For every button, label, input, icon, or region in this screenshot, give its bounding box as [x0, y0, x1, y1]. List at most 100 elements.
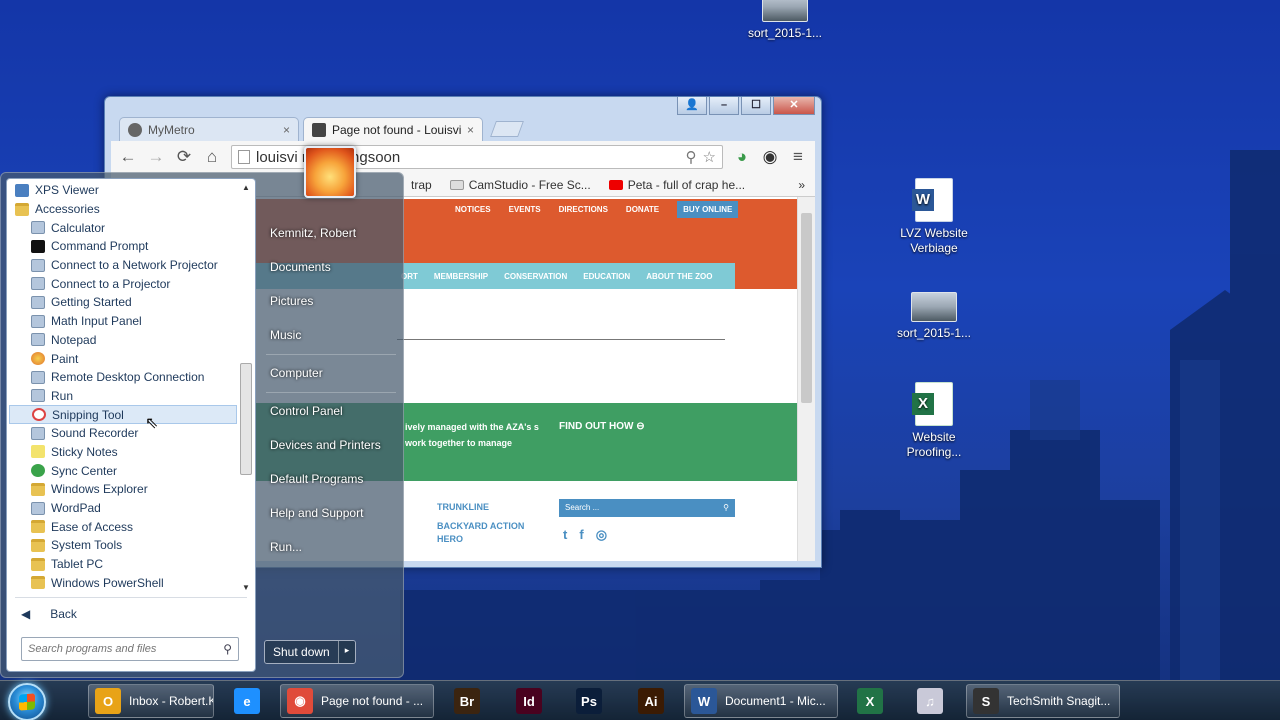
program-item-connect-to-a-network-projector[interactable]: Connect to a Network Projector [9, 256, 237, 275]
program-item-windows-explorer[interactable]: Windows Explorer [9, 480, 237, 499]
program-item-sync-center[interactable]: Sync Center [9, 461, 237, 480]
start-right-pictures[interactable]: Pictures [262, 290, 398, 312]
start-search-box[interactable]: ⚲ [21, 637, 239, 661]
tab-close-icon[interactable]: × [467, 123, 474, 137]
subnav-membership[interactable]: MEMBERSHIP [434, 272, 488, 281]
start-right-default-programs[interactable]: Default Programs [262, 468, 398, 490]
bookmarks-overflow-icon[interactable]: » [798, 178, 805, 192]
desktop-icon-video-1[interactable]: sort_2015-1... [740, 0, 830, 41]
new-tab-button[interactable] [490, 121, 524, 137]
program-item-sticky-notes[interactable]: Sticky Notes [9, 443, 237, 462]
nav-buy-online[interactable]: BUY ONLINE [677, 201, 739, 218]
maximize-button[interactable]: ☐ [741, 97, 771, 115]
subnav-conservation[interactable]: CONSERVATION [504, 272, 567, 281]
start-right-devices-and-printers[interactable]: Devices and Printers [262, 434, 398, 456]
start-right-music[interactable]: Music [262, 324, 398, 346]
scrollbar-thumb[interactable] [801, 213, 812, 403]
program-item-run[interactable]: Run [9, 387, 237, 406]
start-right-control-panel[interactable]: Control Panel [262, 400, 398, 422]
desktop-icon-video-2[interactable]: sort_2015-1... [889, 292, 979, 341]
minimize-button[interactable]: – [709, 97, 739, 115]
program-item-paint[interactable]: Paint [9, 349, 237, 368]
user-icon[interactable]: 👤 [677, 97, 707, 115]
program-item-xps-viewer[interactable]: XPS Viewer [9, 181, 237, 200]
taskbar-indesign-button[interactable]: Id [510, 684, 548, 718]
start-search-input[interactable] [28, 643, 220, 655]
extension-icon[interactable]: ◕ [733, 147, 751, 167]
start-right-computer[interactable]: Computer [262, 362, 398, 384]
tab-mymetro[interactable]: MyMetro × [119, 117, 299, 141]
extension-2-icon[interactable]: ◉ [761, 147, 779, 167]
taskbar-excel-button[interactable]: X [848, 684, 892, 718]
program-item-calculator[interactable]: Calculator [9, 218, 237, 237]
taskbar-illustrator-button[interactable]: Ai [632, 684, 670, 718]
program-item-system-tools[interactable]: System Tools [9, 536, 237, 555]
shutdown-options-icon[interactable]: ▸ [337, 641, 356, 663]
subnav-education[interactable]: EDUCATION [583, 272, 630, 281]
reload-icon[interactable]: ⟳ [175, 147, 193, 167]
close-button[interactable]: ✕ [773, 97, 815, 115]
bookmark-camstudio[interactable]: CamStudio - Free Sc... [449, 178, 591, 192]
taskbar-chrome-button[interactable]: ◉ Page not found - ... [280, 684, 434, 718]
back-button[interactable]: ◀ Back [21, 607, 77, 621]
program-item-sound-recorder[interactable]: Sound Recorder [9, 424, 237, 443]
back-icon[interactable]: ← [119, 147, 137, 167]
subnav-about[interactable]: ABOUT THE ZOO [646, 272, 712, 281]
scrollbar-thumb[interactable] [240, 363, 252, 475]
start-right-help-and-support[interactable]: Help and Support [262, 502, 398, 524]
program-item-remote-desktop-connection[interactable]: Remote Desktop Connection [9, 368, 237, 387]
taskbar-photoshop-button[interactable]: Ps [570, 684, 608, 718]
zoom-icon[interactable]: ⚲ [686, 148, 697, 166]
footer-link-backyard[interactable]: BACKYARD ACTION HERO [437, 520, 533, 546]
program-item-getting-started[interactable]: Getting Started [9, 293, 237, 312]
program-item-notepad[interactable]: Notepad [9, 331, 237, 350]
star-icon[interactable]: ☆ [703, 148, 716, 166]
scroll-down-icon[interactable]: ▼ [239, 583, 253, 595]
bookmark-trap[interactable]: trap [411, 178, 432, 192]
program-item-ease-of-access[interactable]: Ease of Access [9, 517, 237, 536]
facebook-icon[interactable]: f [579, 527, 583, 543]
start-right-run[interactable]: Run... [262, 536, 398, 558]
taskbar-bridge-button[interactable]: Br [448, 684, 486, 718]
program-label: System Tools [51, 538, 123, 553]
program-item-accessories[interactable]: Accessories [9, 200, 237, 219]
bookmark-peta[interactable]: Peta - full of crap he... [608, 178, 745, 192]
scroll-up-icon[interactable]: ▲ [239, 183, 253, 195]
desktop-icon-website-proofing[interactable]: Website Proofing... [889, 382, 979, 460]
taskbar-word-button[interactable]: W Document1 - Mic... [684, 684, 838, 718]
footer-link-trunkline[interactable]: TRUNKLINE [437, 501, 533, 514]
taskbar-internet-explorer-button[interactable]: e [228, 684, 266, 718]
nav-donate[interactable]: DONATE [626, 205, 659, 218]
search-icon[interactable]: ⚲ [723, 503, 729, 512]
shutdown-button[interactable]: Shut down [265, 641, 338, 663]
find-out-how-link[interactable]: FIND OUT HOW ⊖ [559, 421, 645, 432]
page-scrollbar[interactable] [797, 197, 815, 561]
home-icon[interactable]: ⌂ [203, 147, 221, 167]
program-item-wordpad[interactable]: WordPad [9, 499, 237, 518]
taskbar-outlook-button[interactable]: O Inbox - Robert.Ke... [88, 684, 214, 718]
nav-notices[interactable]: NOTICES [455, 205, 491, 218]
start-button[interactable] [8, 683, 46, 720]
instagram-icon[interactable]: ◎ [596, 527, 607, 543]
program-item-snipping-tool[interactable]: Snipping Tool [9, 405, 237, 424]
tab-close-icon[interactable]: × [283, 123, 290, 137]
program-label: Accessories [35, 202, 100, 217]
tab-page-not-found[interactable]: Page not found - Louisvill × [303, 117, 483, 141]
nav-events[interactable]: EVENTS [509, 205, 541, 218]
programs-scrollbar[interactable]: ▲ ▼ [239, 183, 253, 595]
site-search-input[interactable]: Search ... ⚲ [559, 499, 735, 517]
nav-directions[interactable]: DIRECTIONS [559, 205, 608, 218]
program-item-command-prompt[interactable]: Command Prompt [9, 237, 237, 256]
program-item-windows-powershell[interactable]: Windows PowerShell [9, 573, 237, 592]
desktop-icon-lvz-website-verbiage[interactable]: LVZ Website Verbiage [889, 178, 979, 256]
program-item-connect-to-a-projector[interactable]: Connect to a Projector [9, 274, 237, 293]
program-item-math-input-panel[interactable]: Math Input Panel [9, 312, 237, 331]
taskbar-itunes-button[interactable]: ♫ [908, 684, 952, 718]
program-item-tablet-pc[interactable]: Tablet PC [9, 555, 237, 574]
twitter-icon[interactable]: t [563, 527, 567, 543]
forward-icon[interactable]: → [147, 147, 165, 167]
menu-icon[interactable]: ≡ [789, 147, 807, 167]
start-right-documents[interactable]: Documents [262, 256, 398, 278]
taskbar-snagit-button[interactable]: S TechSmith Snagit... [966, 684, 1120, 718]
start-right-kemnitz-robert[interactable]: Kemnitz, Robert [262, 222, 398, 244]
